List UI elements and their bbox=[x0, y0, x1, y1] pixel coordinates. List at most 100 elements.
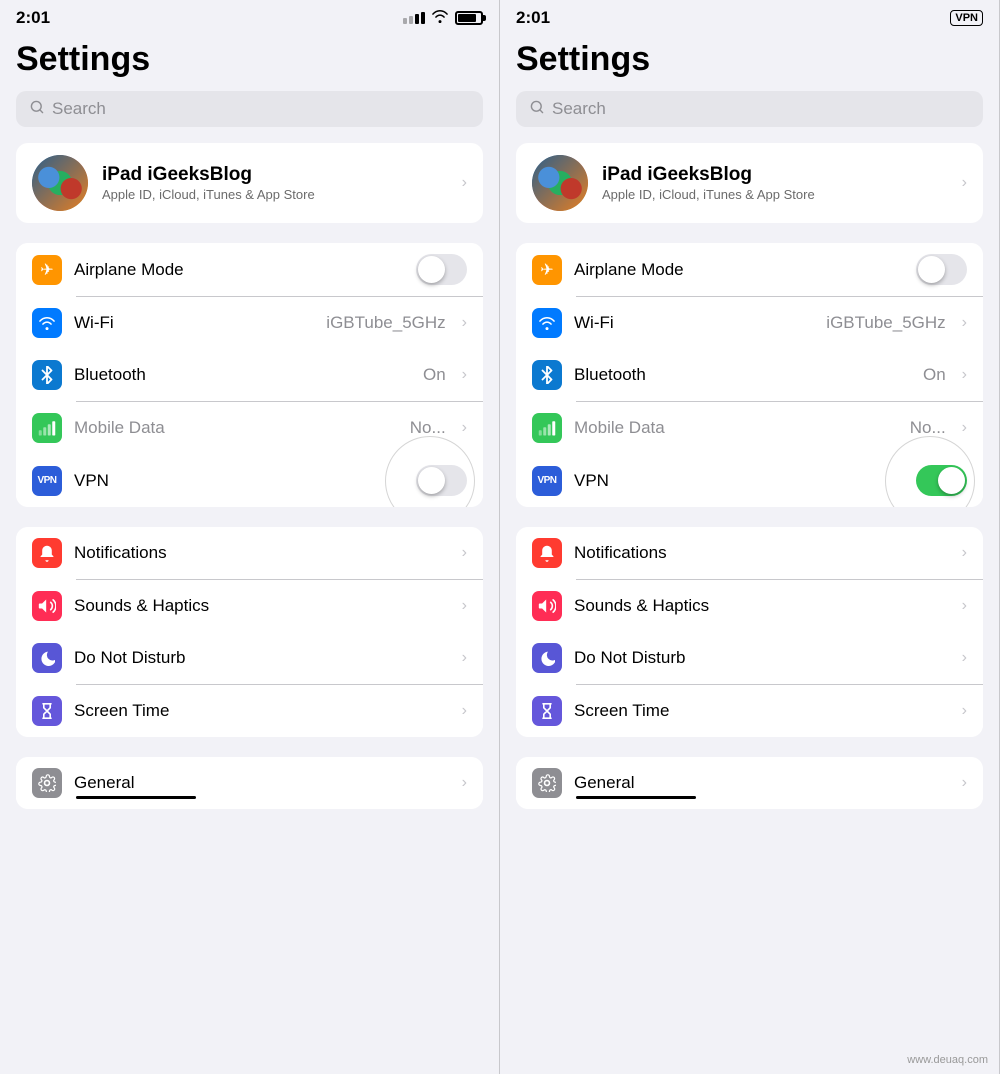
notifications-icon bbox=[532, 538, 562, 568]
wifi-value: iGBTube_5GHz bbox=[326, 313, 445, 333]
profile-subtitle: Apple ID, iCloud, iTunes & App Store bbox=[102, 187, 448, 202]
settings-row-notifications[interactable]: Notifications› bbox=[516, 527, 983, 579]
settings-row-dnd[interactable]: Do Not Disturb› bbox=[516, 632, 983, 684]
signal-icon bbox=[403, 12, 425, 24]
mobile-data-label: Mobile Data bbox=[574, 418, 898, 438]
settings-row-vpn[interactable]: VPN VPN bbox=[516, 454, 983, 507]
bottom-section: General › bbox=[16, 757, 483, 809]
settings-row-mobile-data[interactable]: Mobile DataNo...› bbox=[516, 402, 983, 454]
general-label: General bbox=[74, 773, 450, 793]
connectivity-section: ✈Airplane Mode Wi-Fi iGBTube_5GHz › Blueto… bbox=[516, 243, 983, 507]
wifi-icon bbox=[32, 308, 62, 338]
general-section: Notifications› Sounds & Haptics › Do Not … bbox=[16, 527, 483, 737]
airplane-icon: ✈ bbox=[532, 255, 562, 285]
vpn-label: VPN bbox=[574, 471, 904, 491]
sounds-label: Sounds & Haptics bbox=[74, 596, 450, 616]
bluetooth-icon bbox=[532, 360, 562, 390]
dnd-icon bbox=[532, 643, 562, 673]
bluetooth-icon bbox=[32, 360, 62, 390]
avatar bbox=[532, 155, 588, 211]
vpn-icon: VPN bbox=[532, 466, 562, 496]
profile-section: iPad iGeeksBlogApple ID, iCloud, iTunes … bbox=[16, 143, 483, 223]
status-bar: 2:01 bbox=[0, 0, 499, 32]
general-icon bbox=[32, 768, 62, 798]
chevron-right-icon: › bbox=[462, 597, 467, 615]
chevron-right-icon: › bbox=[462, 419, 467, 437]
home-indicator bbox=[576, 796, 696, 799]
wifi-status-icon bbox=[431, 9, 449, 28]
settings-row-sounds[interactable]: Sounds & Haptics › bbox=[16, 580, 483, 632]
settings-row-vpn[interactable]: VPNVPN bbox=[16, 454, 483, 507]
wifi-label: Wi-Fi bbox=[74, 313, 314, 333]
airplane-toggle[interactable] bbox=[416, 254, 467, 285]
chevron-right-icon: › bbox=[462, 649, 467, 667]
notifications-label: Notifications bbox=[574, 543, 950, 563]
bluetooth-value: On bbox=[423, 365, 446, 385]
connectivity-section: ✈Airplane Mode Wi-Fi iGBTube_5GHz › Blueto… bbox=[16, 243, 483, 507]
chevron-right-icon: › bbox=[962, 174, 967, 192]
general-label: General bbox=[574, 773, 950, 793]
sounds-label: Sounds & Haptics bbox=[574, 596, 950, 616]
settings-row-sounds[interactable]: Sounds & Haptics› bbox=[516, 580, 983, 632]
vpn-status-badge: VPN bbox=[950, 10, 983, 26]
mobile-data-icon bbox=[532, 413, 562, 443]
phone-panel-left: 2:01 Settings Search iPad iGeeksBlogAppl… bbox=[0, 0, 500, 1074]
settings-row-airplane[interactable]: ✈Airplane Mode bbox=[516, 243, 983, 296]
settings-row-mobile-data[interactable]: Mobile DataNo...› bbox=[16, 402, 483, 454]
sounds-icon bbox=[532, 591, 562, 621]
settings-row-notifications[interactable]: Notifications› bbox=[16, 527, 483, 579]
screen-time-icon bbox=[32, 696, 62, 726]
bluetooth-label: Bluetooth bbox=[74, 365, 411, 385]
profile-name: iPad iGeeksBlog bbox=[102, 164, 448, 186]
airplane-toggle[interactable] bbox=[916, 254, 967, 285]
settings-row-screen-time[interactable]: Screen Time › bbox=[516, 685, 983, 737]
chevron-right-icon: › bbox=[962, 366, 967, 384]
screen-time-label: Screen Time bbox=[74, 701, 450, 721]
screen-time-label: Screen Time bbox=[574, 701, 950, 721]
chevron-right-icon: › bbox=[462, 702, 467, 720]
profile-name: iPad iGeeksBlog bbox=[602, 164, 948, 186]
airplane-icon: ✈ bbox=[32, 255, 62, 285]
page-title: Settings bbox=[500, 32, 999, 91]
bluetooth-label: Bluetooth bbox=[574, 365, 911, 385]
search-icon bbox=[530, 100, 544, 119]
mobile-data-label: Mobile Data bbox=[74, 418, 398, 438]
search-bar[interactable]: Search bbox=[16, 91, 483, 127]
settings-row-dnd[interactable]: Do Not Disturb› bbox=[16, 632, 483, 684]
settings-row-wifi[interactable]: Wi-Fi iGBTube_5GHz › bbox=[516, 297, 983, 349]
chevron-right-icon: › bbox=[462, 174, 467, 192]
chevron-right-icon: › bbox=[962, 314, 967, 332]
chevron-right-icon: › bbox=[962, 702, 967, 720]
settings-row-wifi[interactable]: Wi-Fi iGBTube_5GHz › bbox=[16, 297, 483, 349]
dnd-icon bbox=[32, 643, 62, 673]
vpn-toggle[interactable] bbox=[416, 465, 467, 496]
phone-panel-right: 2:01VPNSettings Search iPad iGeeksBlogAp… bbox=[500, 0, 1000, 1074]
settings-row-general-bottom[interactable]: General › bbox=[16, 757, 483, 809]
dnd-label: Do Not Disturb bbox=[574, 648, 950, 668]
chevron-right-icon: › bbox=[462, 774, 467, 792]
settings-row-bluetooth[interactable]: Bluetooth On › bbox=[16, 349, 483, 401]
chevron-right-icon: › bbox=[962, 774, 967, 792]
search-bar[interactable]: Search bbox=[516, 91, 983, 127]
bottom-section: General › bbox=[516, 757, 983, 809]
chevron-right-icon: › bbox=[462, 314, 467, 332]
status-bar: 2:01VPN bbox=[500, 0, 999, 32]
general-section: Notifications› Sounds & Haptics› Do Not … bbox=[516, 527, 983, 737]
watermark: www.deuaq.com bbox=[899, 1050, 996, 1070]
home-indicator bbox=[76, 796, 196, 799]
settings-row-general-bottom[interactable]: General › bbox=[516, 757, 983, 809]
status-icons bbox=[403, 9, 483, 28]
vpn-toggle[interactable] bbox=[916, 465, 967, 496]
wifi-value: iGBTube_5GHz bbox=[826, 313, 945, 333]
notifications-icon bbox=[32, 538, 62, 568]
page-title: Settings bbox=[0, 32, 499, 91]
settings-row-screen-time[interactable]: Screen Time › bbox=[16, 685, 483, 737]
profile-row[interactable]: iPad iGeeksBlogApple ID, iCloud, iTunes … bbox=[516, 143, 983, 223]
settings-row-bluetooth[interactable]: BluetoothOn› bbox=[516, 349, 983, 401]
profile-row[interactable]: iPad iGeeksBlogApple ID, iCloud, iTunes … bbox=[16, 143, 483, 223]
search-placeholder: Search bbox=[52, 99, 106, 119]
settings-row-airplane[interactable]: ✈Airplane Mode bbox=[16, 243, 483, 296]
vpn-icon: VPN bbox=[32, 466, 62, 496]
chevron-right-icon: › bbox=[462, 366, 467, 384]
wifi-label: Wi-Fi bbox=[574, 313, 814, 333]
